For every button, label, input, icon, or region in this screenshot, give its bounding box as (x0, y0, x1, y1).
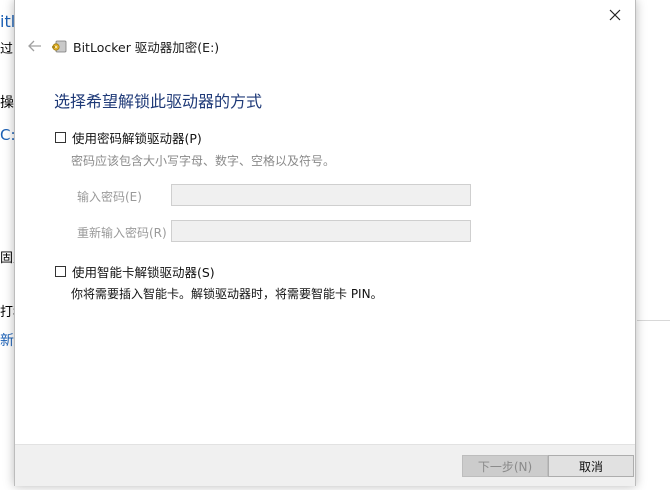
bitlocker-key-icon (52, 40, 67, 53)
page-heading: 选择希望解锁此驱动器的方式 (54, 92, 263, 111)
password-option[interactable]: 使用密码解锁驱动器(P) (55, 128, 202, 147)
next-button[interactable]: 下一步(N) (462, 455, 548, 477)
dialog-title: BitLocker 驱动器加密(E:) (73, 39, 220, 55)
smartcard-checkbox[interactable] (55, 266, 66, 277)
bg-fragment-2: 过 (0, 42, 14, 57)
password-hint: 密码应该包含大小写字母、数字、空格以及符号。 (71, 154, 336, 168)
smartcard-hint: 你将需要插入智能卡。解锁驱动器时，将需要智能卡 PIN。 (71, 287, 383, 301)
back-arrow-icon (28, 40, 41, 52)
back-button[interactable] (25, 36, 45, 56)
bg-right-strip (637, 0, 670, 490)
password-checkbox[interactable] (55, 132, 66, 143)
enter-password-input[interactable] (171, 184, 471, 206)
password-option-label[interactable]: 使用密码解锁驱动器(P) (72, 128, 202, 147)
dialog-footer: 下一步(N) 取消 (15, 444, 635, 486)
bg-fragment-7[interactable]: 新 (0, 330, 14, 350)
smartcard-option-label[interactable]: 使用智能卡解锁驱动器(S) (72, 262, 215, 281)
reenter-password-label: 重新输入密码(R) (77, 226, 167, 240)
close-icon (609, 9, 621, 21)
enter-password-label: 输入密码(E) (77, 190, 142, 204)
bitlocker-dialog: BitLocker 驱动器加密(E:) 选择希望解锁此驱动器的方式 使用密码解锁… (14, 0, 636, 486)
dialog-titlebar: BitLocker 驱动器加密(E:) (25, 34, 219, 58)
bg-divider (637, 320, 670, 321)
reenter-password-input[interactable] (171, 220, 471, 242)
smartcard-option[interactable]: 使用智能卡解锁驱动器(S) (55, 262, 215, 281)
bg-fragment-1: itl (0, 12, 16, 31)
close-button[interactable] (601, 2, 629, 28)
cancel-button[interactable]: 取消 (548, 455, 634, 477)
